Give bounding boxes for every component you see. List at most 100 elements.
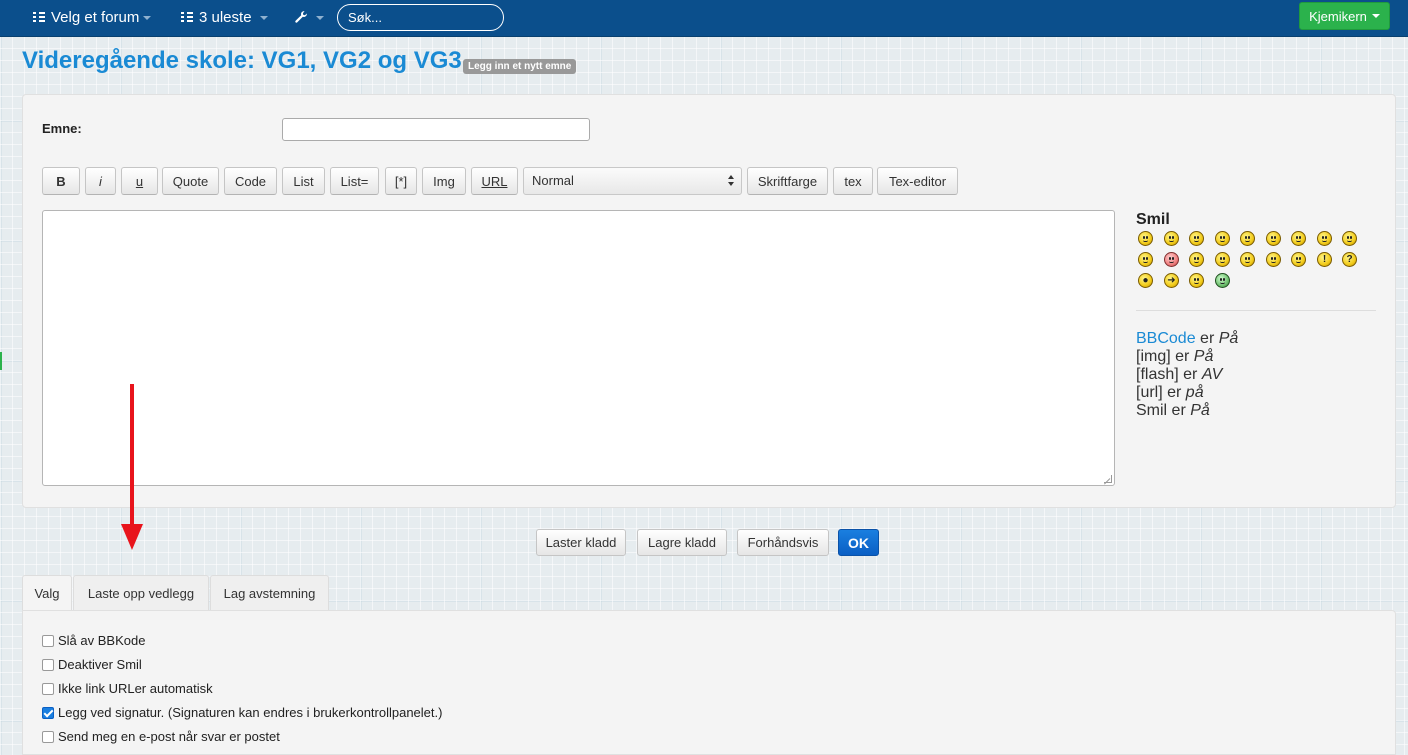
smil-status-label: Smil er — [1136, 402, 1191, 419]
font-size-select[interactable]: Normal — [523, 167, 742, 195]
tab-upload-attachment[interactable]: Laste opp vedlegg — [73, 575, 209, 611]
option-checkbox[interactable] — [42, 658, 54, 671]
url-status-value: på — [1185, 384, 1204, 401]
flash-status: [flash] er AV — [1136, 366, 1222, 384]
mad-icon[interactable] — [1342, 231, 1357, 246]
user-menu-label: Kjemikern — [1309, 8, 1367, 24]
message-textarea[interactable] — [42, 210, 1115, 486]
option-row: Legg ved signatur. (Signaturen kan endre… — [42, 705, 442, 720]
surprised-icon[interactable] — [1215, 231, 1230, 246]
bold-button[interactable]: B — [42, 167, 80, 195]
font-color-button[interactable]: Skriftfarge — [747, 167, 828, 195]
arrow-icon[interactable]: ➜ — [1164, 273, 1179, 288]
option-label: Slå av BBKode — [58, 633, 146, 648]
razz-icon[interactable] — [1138, 252, 1153, 267]
subject-label: Emne: — [42, 121, 82, 136]
list-button[interactable]: List — [282, 167, 325, 195]
subject-input[interactable] — [282, 118, 590, 141]
evil-icon[interactable] — [1215, 252, 1230, 267]
confused-icon[interactable] — [1266, 231, 1281, 246]
title-badge: Legg inn et nytt emne — [463, 59, 577, 74]
option-checkbox[interactable] — [42, 682, 54, 695]
select-arrows-icon — [728, 175, 735, 187]
smile-icon[interactable] — [1164, 231, 1179, 246]
exclamation-icon[interactable]: ! — [1317, 252, 1332, 267]
forum-dropdown-label: Velg et forum — [51, 8, 140, 26]
italic-button[interactable]: i — [85, 167, 116, 195]
bbcode-status-prefix: er — [1195, 330, 1219, 347]
img-status: [img] er På — [1136, 348, 1213, 366]
option-label: Legg ved signatur. (Signaturen kan endre… — [58, 705, 443, 720]
unread-dropdown-label: 3 uleste — [199, 8, 252, 26]
option-label: Deaktiver Smil — [58, 657, 142, 672]
flash-status-value: AV — [1201, 366, 1223, 383]
option-label: Send meg en e-post når svar er postet — [58, 729, 280, 744]
option-checkbox[interactable] — [42, 634, 54, 647]
submit-button[interactable]: OK — [838, 529, 879, 556]
url-button[interactable]: URL — [471, 167, 518, 195]
smilies-title: Smil — [1136, 211, 1170, 228]
option-checkbox[interactable] — [42, 706, 54, 719]
tex-button[interactable]: tex — [833, 167, 873, 195]
wink-icon[interactable] — [1291, 252, 1306, 267]
bbcode-status: BBCode er På — [1136, 330, 1238, 348]
side-indicator — [0, 352, 2, 370]
save-draft-button[interactable]: Lagre kladd — [637, 529, 727, 556]
list-icon — [33, 11, 45, 23]
rolling-eyes-icon[interactable] — [1266, 252, 1281, 267]
laughing-icon[interactable] — [1317, 231, 1332, 246]
option-row: Ikke link URLer automatisk — [42, 681, 213, 696]
bbcode-link[interactable]: BBCode — [1136, 330, 1196, 347]
idea-icon[interactable]: ● — [1138, 273, 1153, 288]
preview-button[interactable]: Forhåndsvis — [737, 529, 829, 556]
tab-create-poll[interactable]: Lag avstemning — [210, 575, 329, 611]
question-icon[interactable]: ? — [1342, 252, 1357, 267]
page-title: Videregående skole: VG1, VG2 og VG3 — [22, 47, 462, 74]
neutral-icon[interactable] — [1189, 273, 1204, 288]
load-draft-button[interactable]: Laster kladd — [536, 529, 626, 556]
shocked-icon[interactable] — [1240, 231, 1255, 246]
user-menu-button[interactable]: Kjemikern — [1299, 2, 1390, 30]
option-row: Slå av BBKode — [42, 633, 145, 648]
top-navbar: Velg et forum 3 uleste Søk... Kjemikern — [0, 0, 1408, 37]
quote-button[interactable]: Quote — [162, 167, 219, 195]
img-button[interactable]: Img — [422, 167, 466, 195]
unread-dropdown[interactable]: 3 uleste — [181, 0, 268, 34]
tab-options[interactable]: Valg — [22, 575, 72, 611]
crying-icon[interactable] — [1189, 252, 1204, 267]
embarrassed-icon[interactable] — [1164, 252, 1179, 267]
underline-button[interactable]: u — [121, 167, 158, 195]
caret-down-icon — [1371, 14, 1380, 18]
red-arrow-shaft — [130, 384, 134, 524]
option-checkbox[interactable] — [42, 730, 54, 743]
sad-icon[interactable] — [1189, 231, 1204, 246]
img-status-value: På — [1193, 348, 1214, 365]
resize-grip-icon[interactable] — [1104, 475, 1112, 483]
mr-green-icon[interactable] — [1215, 273, 1230, 288]
code-button[interactable]: Code — [224, 167, 277, 195]
cool-icon[interactable] — [1291, 231, 1306, 246]
option-row: Deaktiver Smil — [42, 657, 142, 672]
img-status-label: [img] er — [1136, 348, 1194, 365]
twisted-evil-icon[interactable] — [1240, 252, 1255, 267]
smil-status: Smil er På — [1136, 402, 1210, 420]
font-size-value: Normal — [532, 173, 574, 188]
very-happy-icon[interactable] — [1138, 231, 1153, 246]
red-arrow-head-icon — [121, 524, 143, 550]
option-row: Send meg en e-post når svar er postet — [42, 729, 280, 744]
caret-down-icon — [316, 16, 324, 20]
url-status-label: [url] er — [1136, 384, 1186, 401]
forum-dropdown[interactable]: Velg et forum — [33, 0, 152, 34]
tex-editor-button[interactable]: Tex-editor — [877, 167, 958, 195]
numbered-list-button[interactable]: List= — [330, 167, 379, 195]
search-input[interactable]: Søk... — [337, 4, 504, 31]
list-icon — [181, 11, 193, 23]
option-label: Ikke link URLer automatisk — [58, 681, 213, 696]
tools-dropdown[interactable] — [294, 0, 324, 34]
smil-status-value: På — [1190, 402, 1210, 419]
url-status: [url] er på — [1136, 384, 1204, 402]
list-item-button[interactable]: [*] — [385, 167, 417, 195]
caret-down-icon — [143, 16, 152, 20]
caret-down-icon — [259, 16, 268, 20]
sidebar-divider — [1136, 310, 1376, 311]
